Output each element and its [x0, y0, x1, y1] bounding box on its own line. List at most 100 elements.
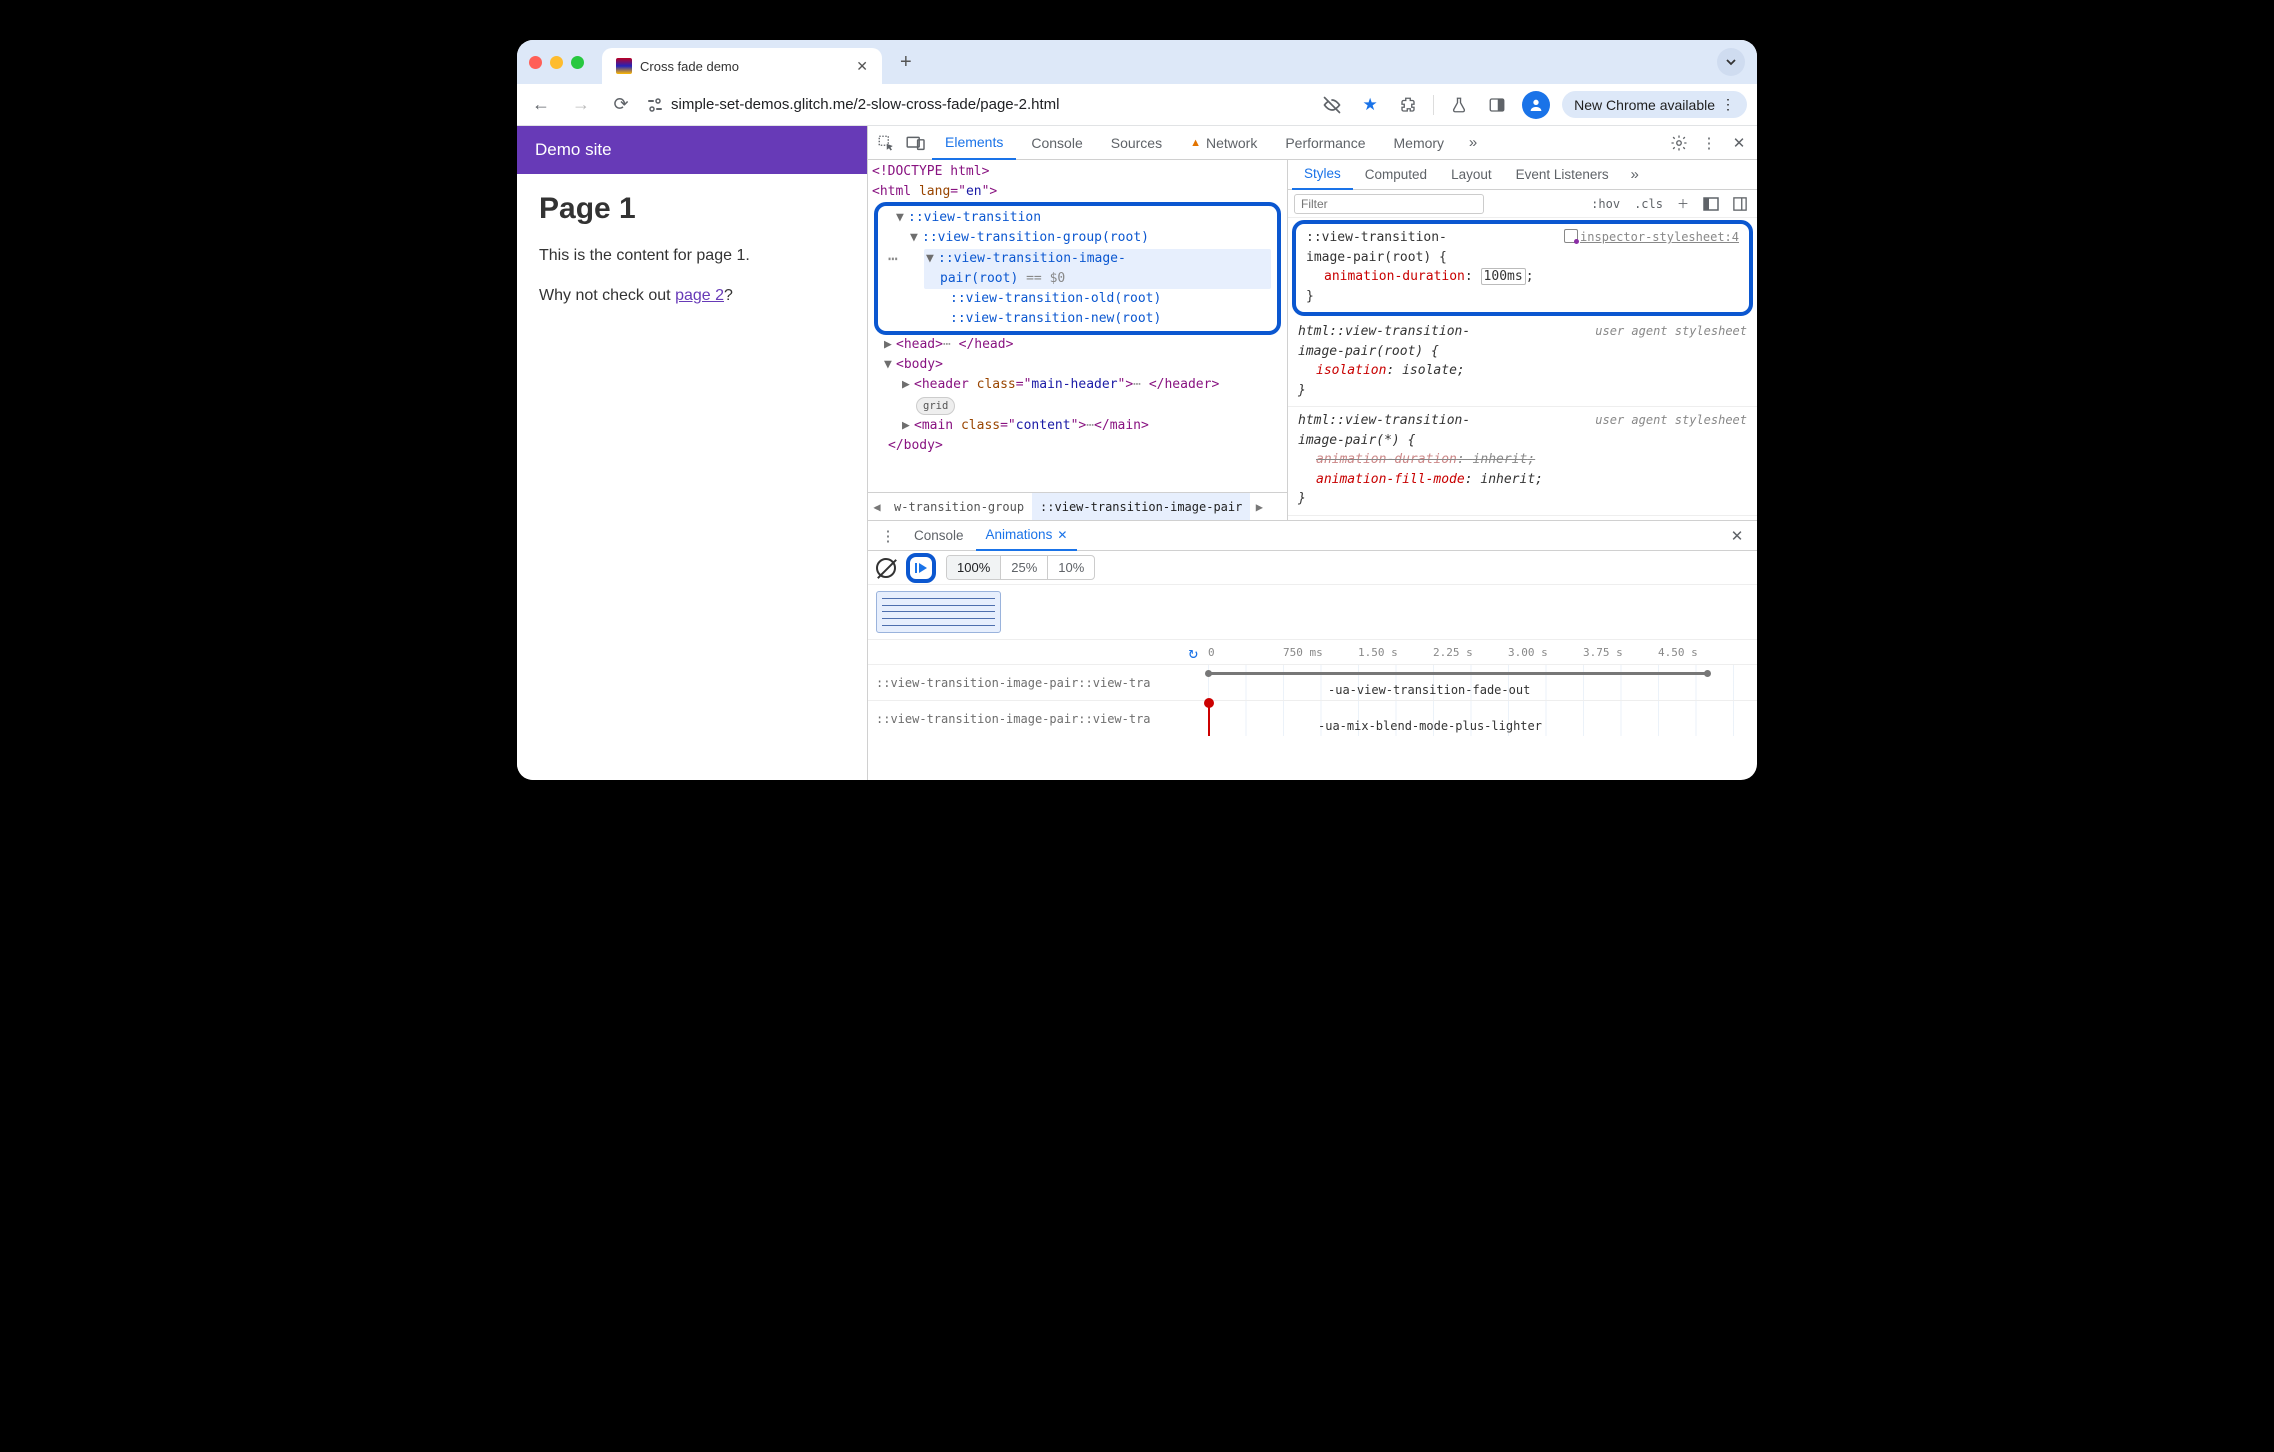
tab-performance[interactable]: Performance	[1272, 126, 1378, 160]
drawer-tab-console[interactable]: Console	[904, 521, 974, 551]
rule-source: user agent stylesheet	[1595, 411, 1747, 429]
browser-tab[interactable]: Cross fade demo ✕	[602, 48, 882, 84]
more-tabs-icon[interactable]: »	[1621, 166, 1649, 183]
tab-list-button[interactable]	[1717, 48, 1745, 76]
cls-toggle[interactable]: .cls	[1630, 197, 1667, 211]
devtools-drawer: ⋮ Console Animations ✕ ✕ 100% 25% 10%	[868, 520, 1757, 780]
speed-25[interactable]: 25%	[1000, 556, 1047, 579]
animation-row[interactable]: ::view-transition-image-pair::view-tra -…	[868, 664, 1757, 700]
styles-tab-styles[interactable]: Styles	[1292, 160, 1353, 190]
labs-icon[interactable]	[1446, 96, 1472, 114]
tree-toggle[interactable]: ▼	[910, 228, 922, 248]
overflow-menu-icon[interactable]: ⋯	[888, 251, 898, 267]
tab-memory[interactable]: Memory	[1381, 126, 1458, 160]
play-pause-button[interactable]	[906, 553, 936, 583]
stylesheet-icon	[1564, 229, 1578, 243]
styles-tab-computed[interactable]: Computed	[1353, 160, 1439, 190]
grid-badge[interactable]: grid	[916, 397, 955, 415]
device-toolbar-icon[interactable]	[902, 135, 930, 151]
animation-row[interactable]: ::view-transition-image-pair::view-tra -…	[868, 700, 1757, 736]
page-link[interactable]: page 2	[675, 287, 724, 304]
separator	[1433, 95, 1434, 115]
scrubber[interactable]	[1208, 701, 1210, 736]
drawer-close-icon[interactable]: ✕	[1723, 527, 1751, 545]
page-body: Page 1 This is the content for page 1. W…	[517, 174, 867, 342]
hov-toggle[interactable]: :hov	[1587, 197, 1624, 211]
forward-button[interactable]: →	[567, 91, 595, 119]
animation-timeline[interactable]: ↻ 0 750 ms 1.50 s 2.25 s 3.00 s 3.75 s 4…	[868, 639, 1757, 780]
crumb-item[interactable]: w-transition-group	[886, 493, 1032, 521]
dom-tree[interactable]: <!DOCTYPE html> <html lang="en"> ▼::view…	[868, 160, 1287, 492]
animation-group-card[interactable]	[876, 591, 1001, 633]
update-label: New Chrome available	[1574, 97, 1715, 113]
new-tab-button[interactable]: +	[900, 51, 912, 74]
crumb-next-icon[interactable]: ▶	[1250, 500, 1268, 514]
tab-network[interactable]: Network	[1177, 126, 1270, 160]
speed-100[interactable]: 100%	[947, 556, 1000, 579]
tab-elements[interactable]: Elements	[932, 126, 1016, 160]
css-property[interactable]: animation-duration: 100ms;	[1306, 267, 1739, 287]
clear-animations-button[interactable]	[876, 558, 896, 578]
bookmark-star-icon[interactable]: ★	[1357, 95, 1383, 115]
devtools-tabs: Elements Console Sources Network Perform…	[868, 126, 1757, 160]
tab-title: Cross fade demo	[640, 59, 848, 74]
more-tabs-icon[interactable]: »	[1459, 134, 1487, 151]
styles-panel: Styles Computed Layout Event Listeners »…	[1288, 160, 1757, 520]
tab-close-icon[interactable]: ✕	[856, 58, 868, 75]
menu-icon: ⋮	[1721, 96, 1735, 113]
new-rule-icon[interactable]: ＋	[1673, 195, 1693, 212]
profile-avatar[interactable]	[1522, 91, 1550, 119]
rule-source-link[interactable]: inspector-stylesheet:4	[1564, 228, 1739, 246]
site-settings-icon[interactable]	[647, 97, 663, 113]
address-bar[interactable]: simple-set-demos.glitch.me/2-slow-cross-…	[647, 96, 1059, 113]
update-available-chip[interactable]: New Chrome available ⋮	[1562, 91, 1747, 118]
crumb-prev-icon[interactable]: ◀	[868, 500, 886, 514]
tree-toggle[interactable]: ▼	[896, 208, 908, 228]
maximize-window-button[interactable]	[571, 56, 584, 69]
tab-sources[interactable]: Sources	[1098, 126, 1175, 160]
drawer-menu-icon[interactable]: ⋮	[874, 527, 902, 545]
reload-button[interactable]: ⟳	[607, 91, 635, 119]
close-window-button[interactable]	[529, 56, 542, 69]
extensions-icon[interactable]	[1395, 96, 1421, 114]
replay-icon[interactable]: ↻	[1188, 643, 1198, 662]
css-property-overridden[interactable]: animation-duration: inherit;	[1298, 450, 1747, 470]
styles-panel-icon[interactable]	[1729, 197, 1751, 211]
tree-toggle[interactable]: ▼	[926, 249, 938, 269]
styles-tab-layout[interactable]: Layout	[1439, 160, 1504, 190]
title-bar: Cross fade demo ✕ +	[517, 40, 1757, 84]
tree-toggle[interactable]: ▶	[884, 335, 896, 355]
animations-toolbar: 100% 25% 10%	[868, 551, 1757, 585]
drawer-tab-animations[interactable]: Animations ✕	[976, 521, 1078, 551]
devtools-close-icon[interactable]: ✕	[1725, 134, 1753, 152]
back-button[interactable]: ←	[527, 91, 555, 119]
browser-window: Cross fade demo ✕ + ← → ⟳ simple-set-dem…	[517, 40, 1757, 780]
page-title: Page 1	[539, 192, 845, 226]
chevron-down-icon	[1725, 56, 1737, 68]
page-paragraph-2: Why not check out page 2?	[539, 284, 845, 308]
styles-rules[interactable]: inspector-stylesheet:4 ::view-transition…	[1288, 218, 1757, 520]
hide-icon[interactable]	[1319, 95, 1345, 115]
side-panel-icon[interactable]	[1484, 96, 1510, 114]
tree-toggle[interactable]: ▶	[902, 416, 914, 436]
styles-toolbar: :hov .cls ＋	[1288, 190, 1757, 218]
time-ruler: ↻ 0 750 ms 1.50 s 2.25 s 3.00 s 3.75 s 4…	[868, 640, 1757, 664]
toolbar: ← → ⟳ simple-set-demos.glitch.me/2-slow-…	[517, 84, 1757, 126]
styles-filter-input[interactable]	[1294, 194, 1484, 214]
devtools-menu-icon[interactable]: ⋮	[1695, 134, 1723, 152]
inspect-element-icon[interactable]	[872, 134, 900, 152]
tree-toggle[interactable]: ▼	[884, 355, 896, 375]
settings-icon[interactable]	[1665, 134, 1693, 152]
close-icon[interactable]: ✕	[1057, 528, 1067, 542]
rule-source: user agent stylesheet	[1595, 322, 1747, 340]
css-property[interactable]: animation-fill-mode: inherit;	[1298, 470, 1747, 490]
styles-tab-event[interactable]: Event Listeners	[1504, 160, 1621, 190]
css-property[interactable]: isolation: isolate;	[1298, 361, 1747, 381]
tab-console[interactable]: Console	[1018, 126, 1095, 160]
crumb-item[interactable]: ::view-transition-image-pair	[1032, 493, 1250, 521]
minimize-window-button[interactable]	[550, 56, 563, 69]
speed-10[interactable]: 10%	[1047, 556, 1094, 579]
computed-toggle-icon[interactable]	[1699, 197, 1723, 211]
playback-speed-group: 100% 25% 10%	[946, 555, 1095, 580]
tree-toggle[interactable]: ▶	[902, 375, 914, 395]
